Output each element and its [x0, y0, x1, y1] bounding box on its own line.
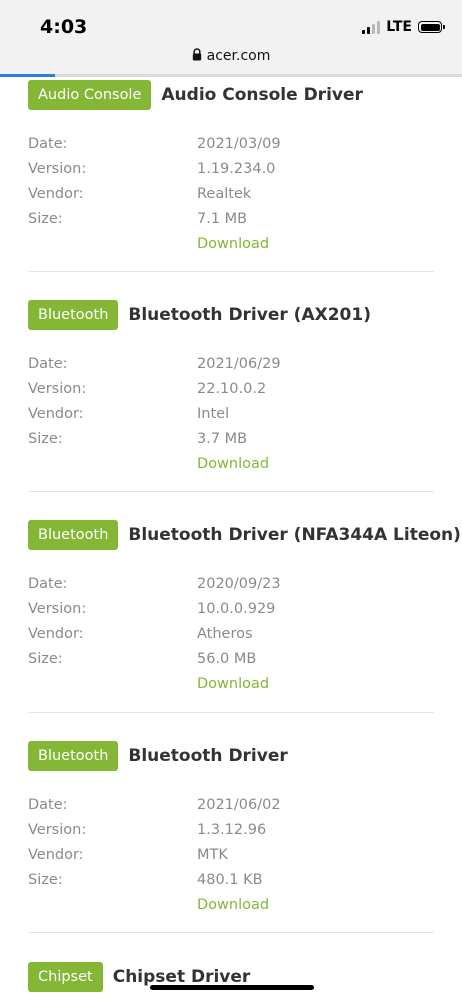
download-link[interactable]: Download [197, 232, 269, 257]
version-label: Version: [28, 822, 87, 838]
version-label: Version: [28, 601, 87, 617]
version-row: Version: 22.10.0.2 [28, 377, 434, 402]
driver-item: Bluetooth Bluetooth Driver (AX201) Date:… [28, 300, 434, 477]
driver-details: Date: 2021/06/29 Version: 22.10.0.2 Vend… [28, 352, 434, 477]
divider [28, 491, 434, 492]
network-type: LTE [386, 19, 412, 35]
download-row: Download [28, 672, 434, 697]
date-row: Date: 2021/06/29 [28, 352, 434, 377]
cellular-signal-icon [362, 20, 381, 34]
lock-icon [192, 48, 201, 61]
date-value: 2021/06/29 [197, 356, 281, 372]
vendor-label: Vendor: [28, 406, 84, 422]
vendor-label: Vendor: [28, 626, 84, 642]
category-badge[interactable]: Bluetooth [28, 300, 119, 330]
driver-item: Bluetooth Bluetooth Driver (NFA344A Lite… [28, 520, 461, 697]
size-label: Size: [28, 872, 63, 888]
version-value: 1.19.234.0 [197, 161, 276, 177]
download-row: Download [28, 452, 434, 477]
driver-header: Bluetooth Bluetooth Driver (AX201) [28, 300, 434, 330]
vendor-value: Realtek [197, 186, 252, 202]
download-link[interactable]: Download [197, 452, 269, 477]
driver-header: Bluetooth Bluetooth Driver [28, 741, 434, 771]
date-label: Date: [28, 356, 68, 372]
size-label: Size: [28, 431, 63, 447]
date-label: Date: [28, 136, 68, 152]
download-link[interactable]: Download [197, 672, 269, 697]
battery-icon [418, 21, 445, 33]
driver-header: Bluetooth Bluetooth Driver (NFA344A Lite… [28, 520, 461, 550]
version-row: Version: 1.19.234.0 [28, 157, 434, 182]
size-label: Size: [28, 651, 63, 667]
driver-details: Date: 2021/06/02 Version: 1.3.12.96 Vend… [28, 793, 434, 918]
category-badge[interactable]: Bluetooth [28, 741, 119, 771]
download-link[interactable]: Download [197, 893, 269, 918]
vendor-value: Intel [197, 406, 230, 422]
driver-title: Bluetooth Driver (AX201) [128, 305, 371, 325]
clock: 4:03 [40, 16, 88, 38]
vendor-row: Vendor: MTK [28, 843, 434, 868]
download-row: Download [28, 232, 434, 257]
vendor-label: Vendor: [28, 186, 84, 202]
category-badge[interactable]: Audio Console [28, 80, 152, 110]
driver-item: Bluetooth Bluetooth Driver Date: 2021/06… [28, 741, 434, 918]
size-value: 3.7 MB [197, 431, 248, 447]
category-badge[interactable]: Chipset [28, 962, 103, 992]
page-load-progress [0, 74, 462, 77]
driver-title: Bluetooth Driver (NFA344A Liteon) [128, 525, 461, 545]
download-row: Download [28, 893, 434, 918]
size-row: Size: 3.7 MB [28, 427, 434, 452]
page-load-progress-fill [0, 74, 56, 77]
version-value: 1.3.12.96 [197, 822, 267, 838]
url-text: acer.com [206, 48, 271, 64]
version-value: 22.10.0.2 [197, 381, 267, 397]
date-row: Date: 2021/03/09 [28, 132, 434, 157]
size-row: Size: 480.1 KB [28, 868, 434, 893]
size-value: 7.1 MB [197, 211, 248, 227]
driver-header: Audio Console Audio Console Driver [28, 80, 434, 110]
size-label: Size: [28, 211, 63, 227]
driver-title: Chipset Driver [112, 967, 251, 987]
date-value: 2021/06/02 [197, 797, 281, 813]
divider [28, 712, 434, 713]
vendor-row: Vendor: Realtek [28, 182, 434, 207]
version-row: Version: 10.0.0.929 [28, 597, 434, 622]
divider [28, 932, 434, 933]
vendor-value: Atheros [197, 626, 253, 642]
size-value: 56.0 MB [197, 651, 257, 667]
version-label: Version: [28, 161, 87, 177]
driver-details: Date: 2021/03/09 Version: 1.19.234.0 Ven… [28, 132, 434, 257]
date-value: 2021/03/09 [197, 136, 281, 152]
vendor-value: MTK [197, 847, 228, 863]
driver-title: Audio Console Driver [161, 85, 363, 105]
driver-item: Audio Console Audio Console Driver Date:… [28, 80, 434, 257]
driver-title: Bluetooth Driver [128, 746, 288, 766]
version-label: Version: [28, 381, 87, 397]
date-label: Date: [28, 576, 68, 592]
size-value: 480.1 KB [197, 872, 263, 888]
version-value: 10.0.0.929 [197, 601, 276, 617]
divider [28, 271, 434, 272]
size-row: Size: 56.0 MB [28, 647, 434, 672]
status-bar: 4:03 LTE acer.com [0, 0, 462, 77]
date-row: Date: 2021/06/02 [28, 793, 434, 818]
date-row: Date: 2020/09/23 [28, 572, 434, 597]
size-row: Size: 7.1 MB [28, 207, 434, 232]
home-indicator[interactable] [150, 985, 314, 990]
vendor-row: Vendor: Atheros [28, 622, 434, 647]
version-row: Version: 1.3.12.96 [28, 818, 434, 843]
vendor-row: Vendor: Intel [28, 402, 434, 427]
status-indicators: LTE [362, 19, 445, 35]
date-value: 2020/09/23 [197, 576, 281, 592]
driver-details: Date: 2020/09/23 Version: 10.0.0.929 Ven… [28, 572, 434, 697]
address-bar[interactable]: acer.com [0, 48, 462, 64]
date-label: Date: [28, 797, 68, 813]
category-badge[interactable]: Bluetooth [28, 520, 119, 550]
vendor-label: Vendor: [28, 847, 84, 863]
